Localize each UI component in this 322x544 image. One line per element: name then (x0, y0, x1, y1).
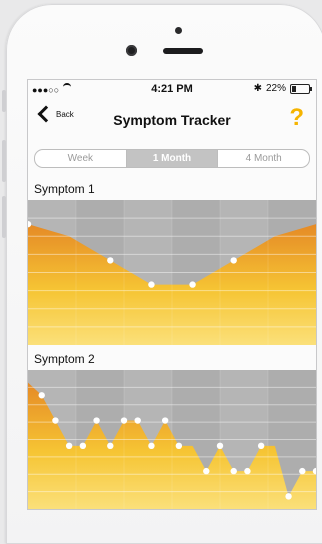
symptom-2-header: Symptom 2 (28, 348, 316, 370)
help-icon[interactable]: ? (289, 104, 304, 132)
earpiece-speaker (163, 48, 203, 54)
data-point[interactable] (52, 417, 59, 424)
mute-switch[interactable] (2, 90, 6, 112)
symptom-1-title: Symptom 1 (34, 182, 95, 196)
data-point[interactable] (285, 493, 292, 500)
data-point[interactable] (79, 442, 87, 450)
navigation-bar: Back Symptom Tracker ? (28, 100, 316, 142)
time-range-selector: Week 1 Month 4 Month (34, 149, 310, 168)
battery-percent: 22% (265, 83, 286, 94)
data-point[interactable] (107, 442, 114, 450)
symptom-1-chart[interactable] (28, 200, 316, 345)
proximity-sensor (175, 27, 182, 34)
volume-down-button[interactable] (2, 196, 6, 238)
data-point[interactable] (161, 417, 169, 424)
page-title: Symptom Tracker (113, 112, 231, 128)
volume-up-button[interactable] (2, 140, 6, 182)
data-point[interactable] (93, 417, 100, 424)
data-point[interactable] (175, 442, 183, 450)
data-point[interactable] (148, 442, 155, 450)
data-point[interactable] (120, 417, 128, 424)
tab-1-month[interactable]: 1 Month (126, 150, 219, 167)
battery-icon (290, 83, 312, 94)
symptom-2-title: Symptom 2 (34, 352, 95, 366)
symptom-1-header: Symptom 1 (28, 178, 316, 200)
tab-week[interactable]: Week (35, 150, 127, 167)
data-point[interactable] (65, 442, 73, 450)
data-point[interactable] (230, 257, 237, 264)
data-point[interactable] (38, 392, 45, 399)
data-point[interactable] (299, 467, 306, 475)
status-bar: ●●●○○ 4:21 PM ✱ 22% (28, 80, 316, 98)
data-point[interactable] (148, 281, 155, 288)
bluetooth-icon: ✱ (253, 83, 262, 94)
data-point[interactable] (189, 281, 196, 288)
data-point[interactable] (203, 467, 210, 475)
tab-4-month[interactable]: 4 Month (218, 150, 309, 167)
app-screen: ●●●○○ 4:21 PM ✱ 22% Back Symptom Tracker… (28, 80, 316, 509)
data-point[interactable] (244, 467, 251, 475)
front-camera (126, 45, 137, 56)
battery-level (292, 85, 296, 92)
data-point[interactable] (216, 442, 224, 450)
symptom-2-chart[interactable] (28, 370, 316, 509)
data-point[interactable] (257, 442, 265, 450)
data-point[interactable] (107, 257, 114, 264)
data-point[interactable] (134, 417, 141, 424)
data-point[interactable] (230, 467, 237, 475)
